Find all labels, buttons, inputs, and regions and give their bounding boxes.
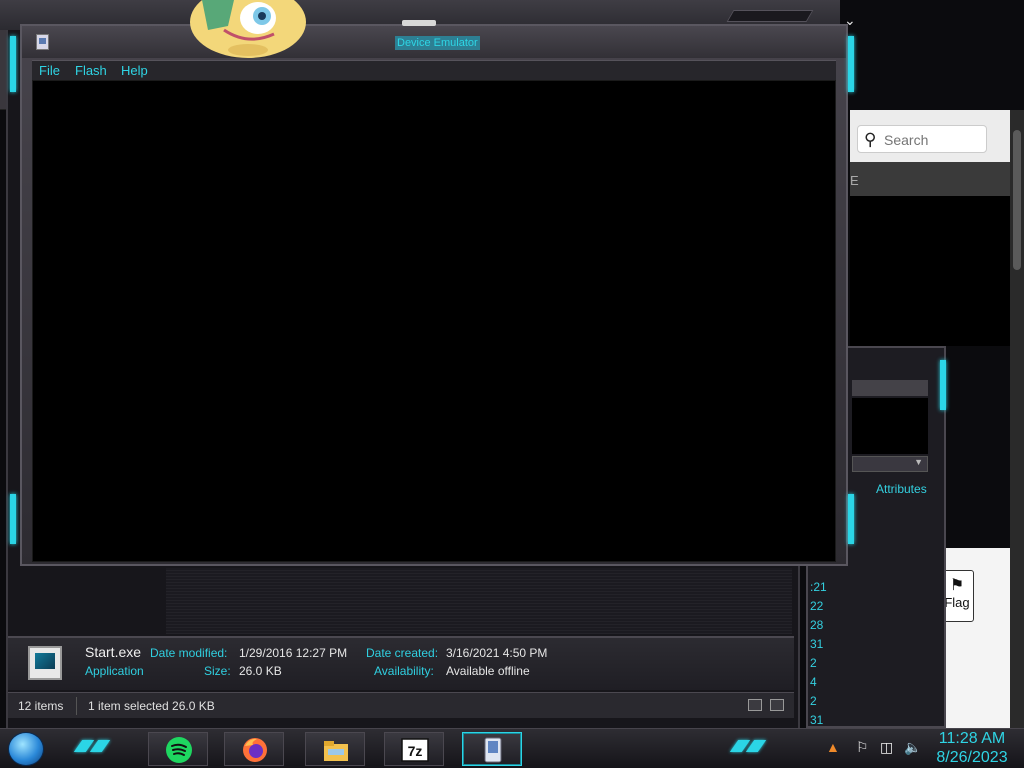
availability-label: Availability: xyxy=(374,664,434,678)
application-icon xyxy=(28,646,62,680)
security-alert-icon[interactable]: ⚐ xyxy=(856,739,869,756)
list-item: 2 xyxy=(810,656,817,670)
size-value: 26.0 KB xyxy=(239,664,282,678)
background-window-combo[interactable]: ▼ xyxy=(852,456,928,472)
selection-info: 1 item selected 26.0 KB xyxy=(88,699,215,713)
clock-time: 11:28 AM xyxy=(938,730,1006,747)
list-item: 22 xyxy=(810,599,824,613)
browser-scrollbar[interactable] xyxy=(1010,110,1024,728)
frame-led-accent xyxy=(848,494,854,544)
frame-led-accent xyxy=(940,360,946,410)
start-button[interactable] xyxy=(8,732,44,766)
availability-value: Available offline xyxy=(446,664,530,678)
cartoon-character-sticker xyxy=(190,0,306,58)
menu-help[interactable]: Help xyxy=(121,63,148,78)
title-bar-grip[interactable] xyxy=(402,20,436,26)
taskbar: 7z ▲ ⚐ ◫ 🔈 11:28 AM 8/26/2023 xyxy=(0,728,1024,768)
details-view-icon[interactable] xyxy=(748,699,762,711)
size-label: Size: xyxy=(204,664,231,678)
taskbar-7zip[interactable]: 7z xyxy=(384,732,444,766)
spotify-icon xyxy=(166,737,192,763)
nav-row-text: E xyxy=(850,173,859,188)
file-type: Application xyxy=(85,664,144,678)
chevron-down-icon: ▼ xyxy=(914,457,923,467)
taskbar-spotify[interactable] xyxy=(148,732,208,766)
file-explorer-icon xyxy=(324,741,348,761)
search-field[interactable]: ⚲ xyxy=(857,125,987,153)
emulator-title-bar[interactable]: Device Emulator xyxy=(22,20,846,58)
browser-page: E xyxy=(850,110,1024,198)
list-item: 31 xyxy=(810,637,824,651)
details-pane: Start.exe Application Date modified: 1/2… xyxy=(8,636,794,690)
explorer-file-list xyxy=(166,568,792,634)
network-icon[interactable]: ◫ xyxy=(880,739,893,756)
date-modified-label: Date modified: xyxy=(150,646,228,660)
background-window-header xyxy=(852,380,928,396)
search-input[interactable] xyxy=(884,130,984,150)
frame-led-accent xyxy=(10,494,16,544)
date-created-label: Date created: xyxy=(366,646,439,660)
search-icon: ⚲ xyxy=(864,130,877,149)
date-created-value: 3/16/2021 4:50 PM xyxy=(446,646,548,660)
taskbar-firefox[interactable] xyxy=(224,732,284,766)
firefox-icon xyxy=(243,738,267,762)
flag-label: Flag xyxy=(944,595,970,610)
list-item: :21 xyxy=(810,580,827,594)
clock-date: 8/26/2023 xyxy=(936,749,1008,766)
window-title: Device Emulator xyxy=(395,36,480,50)
attributes-column-header[interactable]: Attributes xyxy=(876,482,927,496)
title-bar-decoration xyxy=(726,10,814,22)
background-row-fragments: :21 22 28 31 2 4 2 31 xyxy=(810,578,827,730)
taskbar-file-explorer[interactable] xyxy=(305,732,365,766)
date-modified-value: 1/29/2016 12:27 PM xyxy=(239,646,348,660)
taskbar-device-emulator[interactable] xyxy=(462,732,522,766)
list-item: 4 xyxy=(810,675,817,689)
browser-content-area xyxy=(850,196,1010,346)
scrollbar-thumb[interactable] xyxy=(1013,130,1021,270)
frame-led-accent xyxy=(848,36,854,92)
status-bar: 12 items 1 item selected 26.0 KB xyxy=(8,692,794,718)
list-item: 28 xyxy=(810,618,824,632)
system-clock[interactable]: 11:28 AM 8/26/2023 xyxy=(934,729,1010,767)
item-count: 12 items xyxy=(18,699,64,713)
notification-app-icon[interactable]: ▲ xyxy=(826,739,840,755)
device-emulator-window: Device Emulator File Flash Help xyxy=(20,20,848,566)
volume-icon[interactable]: 🔈 xyxy=(904,739,921,756)
menu-bar: File Flash Help xyxy=(32,60,836,80)
emulator-app-icon[interactable] xyxy=(36,34,49,50)
menu-file[interactable]: File xyxy=(39,63,60,78)
background-window-panel xyxy=(852,398,928,454)
browser-nav-row: E xyxy=(850,162,1024,196)
list-item: 2 xyxy=(810,694,817,708)
7zip-label: 7z xyxy=(408,743,423,759)
emulator-display[interactable] xyxy=(32,80,836,562)
status-divider xyxy=(76,697,77,715)
7zip-icon: 7z xyxy=(401,738,429,762)
frame-led-accent xyxy=(10,36,16,92)
file-name: Start.exe xyxy=(85,644,142,660)
large-icons-view-icon[interactable] xyxy=(770,699,784,711)
device-emulator-icon xyxy=(484,737,502,763)
menu-flash[interactable]: Flash xyxy=(75,63,107,78)
